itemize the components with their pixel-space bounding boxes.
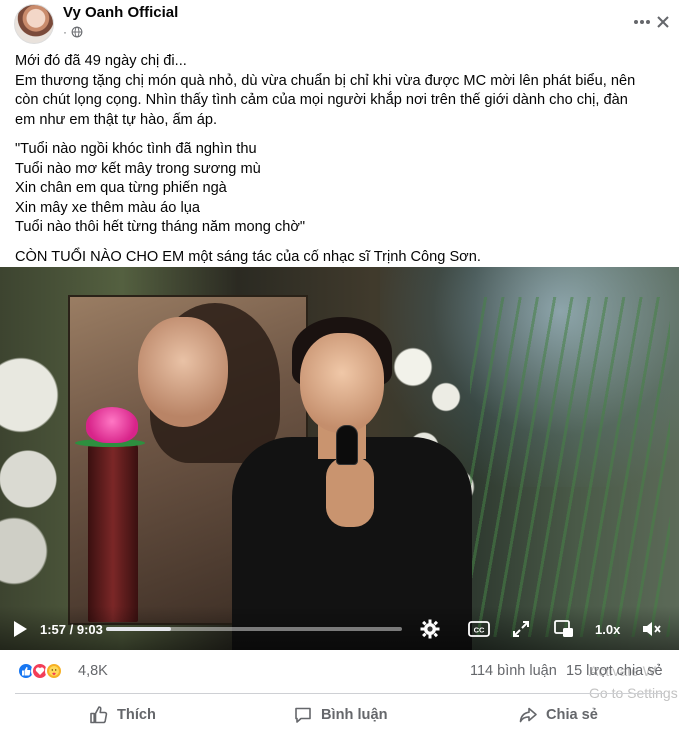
comment-label: Bình luận	[321, 707, 388, 723]
text-line: em như em thật tự hào, ấm áp.	[15, 111, 218, 128]
video-time: 1:57 / 9:03	[40, 622, 103, 637]
post-header: Vy Oanh Official ·	[12, 4, 672, 44]
facebook-post: Vy Oanh Official · Mới đó đã 49 ngày chị…	[0, 0, 679, 738]
comment-button[interactable]: Bình luận	[293, 699, 387, 731]
play-icon[interactable]	[11, 620, 29, 638]
quote-line: "Tuổi nào ngồi khóc tình đã nghìn thu	[15, 141, 257, 157]
more-options-icon[interactable]	[630, 10, 654, 34]
author-name[interactable]: Vy Oanh Official	[63, 4, 178, 21]
care-reaction-icon	[45, 662, 63, 680]
text-line: còn chút lọng cọng. Nhìn thấy tình cảm c…	[15, 92, 628, 108]
reaction-icons[interactable]	[17, 662, 63, 680]
post-actions: Thích Bình luận Chia sẻ	[0, 697, 679, 733]
progress-bar[interactable]	[106, 627, 402, 631]
quote-line: Tuổi nào thôi hết từng tháng năm mong ch…	[15, 219, 306, 235]
microphone	[336, 425, 358, 465]
like-label: Thích	[117, 707, 156, 723]
text-line: Mới đó đã 49 ngày chị đi...	[15, 53, 187, 69]
post-text: Mới đó đã 49 ngày chị đi... Em thương tặ…	[15, 52, 667, 267]
flower-decoration	[0, 347, 70, 587]
watermark-line: Activate W	[589, 663, 656, 679]
quote-line: Xin chân em qua từng phiến ngà	[15, 180, 227, 196]
comments-count[interactable]: 114 bình luận	[470, 663, 557, 679]
wooden-stand	[88, 442, 138, 622]
progress-fill	[106, 627, 172, 631]
close-icon[interactable]	[652, 10, 674, 34]
text-line: Em thương tặng chị món quà nhỏ, dù vừa c…	[15, 72, 636, 89]
globe-icon[interactable]	[71, 26, 83, 38]
fullscreen-icon[interactable]	[510, 618, 532, 640]
post-meta: ·	[63, 25, 83, 39]
playback-speed[interactable]: 1.0x	[595, 622, 620, 637]
quote-line: Tuổi nào mơ kết mây trong sương mù	[15, 160, 261, 177]
settings-gear-icon[interactable]	[419, 618, 441, 640]
time-separator: ·	[63, 25, 67, 39]
portrait-face	[138, 317, 228, 427]
reaction-count[interactable]: 4,8K	[78, 663, 108, 679]
speaker-face	[300, 333, 384, 433]
share-label: Chia sẻ	[546, 707, 598, 723]
post-stats: 4,8K 114 bình luận 15 lượt chia sẻ	[0, 657, 679, 687]
svg-text:CC: CC	[474, 626, 485, 635]
quote-line: Xin mây xe thêm màu áo lụa	[15, 199, 200, 216]
like-button[interactable]: Thích	[89, 699, 156, 731]
comment-icon	[295, 707, 311, 723]
green-plants	[470, 297, 670, 637]
volume-icon[interactable]	[640, 618, 662, 640]
share-button[interactable]: Chia sẻ	[518, 699, 598, 731]
closing-line: CÒN TUỔI NÀO CHO EM một sáng tác của cố …	[15, 248, 481, 265]
captions-icon[interactable]: CC	[468, 618, 490, 640]
divider	[15, 693, 665, 694]
speaker-hand	[326, 457, 374, 527]
share-icon	[519, 707, 537, 723]
thumbs-up-icon	[90, 706, 108, 724]
video-controls: 1:57 / 9:03 CC 1.0x	[0, 606, 679, 650]
video-player[interactable]	[0, 267, 679, 650]
picture-in-picture-icon[interactable]	[553, 618, 575, 640]
avatar[interactable]	[14, 4, 54, 44]
pink-lotus	[86, 407, 138, 443]
